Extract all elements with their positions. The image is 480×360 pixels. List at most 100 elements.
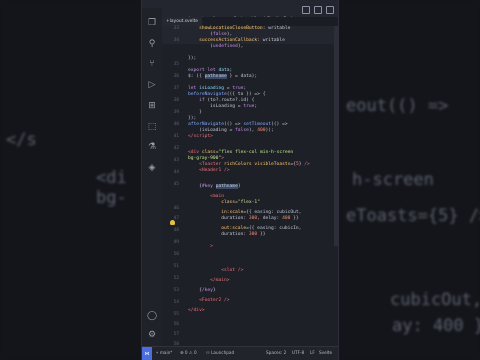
line-number: 35 xyxy=(173,62,179,67)
line-number: 55 xyxy=(173,312,179,317)
branch-label: main* xyxy=(159,350,173,355)
line-number: 52 xyxy=(173,276,179,281)
code-line: duration: 300 }} xyxy=(188,232,266,237)
line-number: 46 xyxy=(173,206,179,211)
activity-bar: ❐ ⚲ ⑂ ▷ ⊞ ⬚ ⚗ ◈ ◯ ⚙ xyxy=(142,8,162,346)
docker-icon[interactable]: ◈ xyxy=(147,163,157,173)
bg-text: ay: 400 }) xyxy=(392,316,480,336)
bg-text: eToasts={5} /> xyxy=(346,206,480,226)
tab-layout-svelte[interactable]: +layout.svelte xyxy=(162,17,203,26)
code-line: out:scale={{ easing: cubicIn, xyxy=(221,226,302,231)
code-line: class="flex-1" xyxy=(221,200,260,205)
code-line: <Footer2 /> xyxy=(199,298,230,303)
code-line: bg-gray-900"> xyxy=(188,156,224,161)
line-number: 45 xyxy=(173,182,179,187)
line-number: 36 xyxy=(173,74,179,79)
code-line: showLocationCloseButton: writable xyxy=(199,26,291,31)
line-number: 41 xyxy=(173,134,179,139)
vertical-scrollbar[interactable] xyxy=(334,26,338,346)
vscode-window: +layout.svelte - geo-finder - Visual Stu… xyxy=(141,0,339,360)
bg-text: eout(() => xyxy=(346,96,449,116)
code-line: }); xyxy=(188,56,197,61)
code-line: > xyxy=(210,244,213,249)
bg-text: cubicOut, xyxy=(390,290,480,310)
code-line: <main xyxy=(210,194,224,199)
code-line: <Toaster richColors visibleToasts={5} /> xyxy=(199,162,310,167)
bg-text: bg- xyxy=(96,188,127,208)
line-number: 44 xyxy=(173,170,179,175)
window-controls xyxy=(302,6,334,14)
line-number: 50 xyxy=(173,252,179,257)
encoding-setting[interactable]: UTF-8 xyxy=(292,350,304,355)
remote-icon[interactable]: ⬚ xyxy=(147,122,157,132)
code-line: successActionCallback: writable xyxy=(199,38,285,43)
line-number: 53 xyxy=(173,288,179,293)
scrollbar-thumb[interactable] xyxy=(334,26,338,246)
code-line: let isLoading = true; xyxy=(188,86,247,91)
code-line: {#key pathname} xyxy=(188,184,241,189)
source-control-icon[interactable]: ⑂ xyxy=(147,59,157,69)
layout-icon[interactable] xyxy=(302,6,310,14)
git-branch[interactable]: ⑂ main* xyxy=(156,350,172,355)
testing-icon[interactable]: ⚗ xyxy=(147,142,157,152)
line-number: 38 xyxy=(173,98,179,103)
files-icon[interactable]: ❐ xyxy=(147,18,157,28)
sidebar-icon[interactable] xyxy=(326,6,334,14)
line-number: 56 xyxy=(173,322,179,327)
code-line: (false), xyxy=(188,32,233,37)
code-line: (undefined), xyxy=(188,44,244,49)
remote-indicator-icon[interactable]: ⋈ xyxy=(142,347,152,360)
tab-bar: +layout.svelte xyxy=(162,17,338,26)
code-line: <slot /> xyxy=(221,268,244,273)
line-number: 39 xyxy=(173,110,179,115)
lightbulb-icon[interactable] xyxy=(170,220,175,225)
code-line: (isLoading = false), 400)); xyxy=(188,128,274,133)
errors-count: 0 xyxy=(184,350,188,355)
code-line: <div class="flex flex-col min-h-screen xyxy=(188,150,294,155)
code-line: {/key} xyxy=(188,288,216,293)
server-status[interactable]: ⚇ Launchpad xyxy=(206,350,234,355)
problems-indicator[interactable]: ⊗ 0 ⚠ 0 xyxy=(180,350,197,355)
code-line: if (to?.route?.id) { xyxy=(199,98,255,103)
settings-icon[interactable]: ⚙ xyxy=(147,330,157,340)
code-line: duration: 300, delay: 400 }} xyxy=(188,216,299,221)
line-number: 57 xyxy=(173,332,179,337)
code-line: export let data; xyxy=(188,68,233,73)
line-number: 37 xyxy=(173,86,179,91)
indentation-setting[interactable]: Spaces: 2 xyxy=(266,350,286,355)
code-line: </div> xyxy=(188,308,205,313)
server-label: Launchpad xyxy=(211,350,235,355)
bg-text: h-screen xyxy=(352,170,434,190)
code-line: }); xyxy=(188,116,197,121)
code-line: $: ({ pathname } = data); xyxy=(188,74,258,79)
status-bar: ⋈ ⑂ main* ⊗ 0 ⚠ 0 ⚇ Launchpad Spaces: 2 … xyxy=(142,346,338,360)
line-number: 54 xyxy=(173,300,179,305)
code-line: </main> xyxy=(210,278,230,283)
code-line: beforeNavigate(({ to }) => { xyxy=(188,92,266,97)
code-editor[interactable]: 33 34 35 36 37 38 39 40 41 42 43 44 45 4… xyxy=(162,26,338,347)
panel-icon[interactable] xyxy=(314,6,322,14)
line-number: 34 xyxy=(173,38,179,43)
run-debug-icon[interactable]: ▷ xyxy=(147,80,157,90)
warnings-count: 0 xyxy=(193,350,197,355)
bg-text: <di xyxy=(96,168,127,188)
account-icon[interactable]: ◯ xyxy=(147,311,157,321)
line-number: 40 xyxy=(173,122,179,127)
eol-setting[interactable]: LF xyxy=(310,350,315,355)
search-icon[interactable]: ⚲ xyxy=(147,39,157,49)
line-number: 42 xyxy=(173,146,179,151)
code-line: in:scale={{ easing: cubicOut, xyxy=(221,210,302,215)
code-line: </script> xyxy=(188,134,213,139)
language-mode[interactable]: Svelte xyxy=(319,350,332,355)
line-number: 49 xyxy=(173,240,179,245)
code-line: <Header1 /> xyxy=(199,168,230,173)
code-line: afterNavigate(() => setTimeout(() => xyxy=(188,122,288,127)
extensions-icon[interactable]: ⊞ xyxy=(147,101,157,111)
code-line: } xyxy=(188,110,202,115)
line-number: 51 xyxy=(173,264,179,269)
code-line: isLoading = true; xyxy=(188,104,258,109)
bg-text: </s xyxy=(6,130,37,150)
line-number: 48 xyxy=(173,228,179,233)
line-number: 33 xyxy=(173,26,179,31)
line-number: 43 xyxy=(173,158,179,163)
